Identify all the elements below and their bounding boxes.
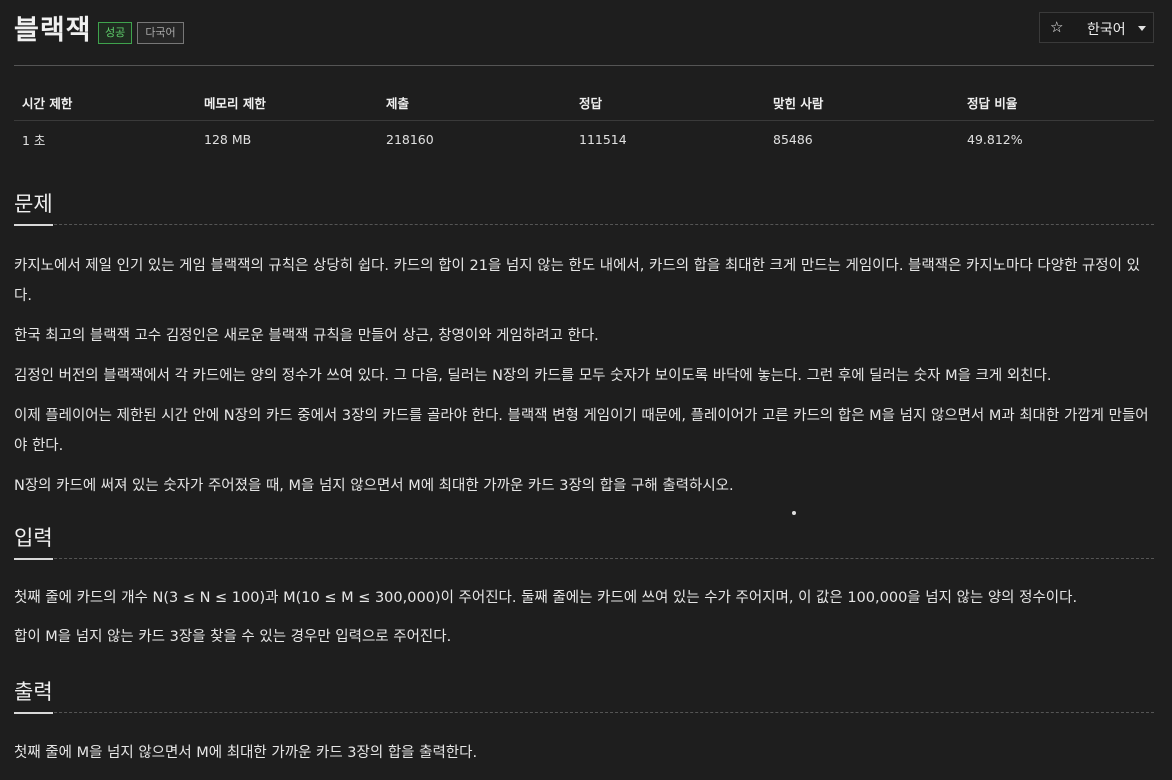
problem-paragraph: 김정인 버전의 블랙잭에서 각 카드에는 양의 정수가 쓰여 있다. 그 다음,…	[14, 368, 1052, 384]
table-cell: 49.812%	[967, 131, 1023, 147]
problem-page: 블랙잭 성공 다국어 ☆ 한국어 시간 제한 메모리 제한 제출 정답 맞힌 사…	[14, 0, 1154, 761]
table-header-cell: 제출	[378, 84, 571, 121]
table-cell[interactable]: 111514	[571, 121, 765, 158]
table-header-cell: 정답 비율	[959, 84, 1154, 121]
input-section: 입력 첫째 줄에 카드의 개수 N(3 ≤ N ≤ 100)과 M(10 ≤ M…	[14, 522, 1154, 652]
problem-info-table: 시간 제한 메모리 제한 제출 정답 맞힌 사람 정답 비율 1 초 128 M…	[14, 84, 1154, 157]
problem-section: 문제 카지노에서 제일 인기 있는 게임 블랙잭의 규칙은 상당히 쉽다. 카드…	[14, 188, 1154, 501]
input-paragraph: 첫째 줄에 카드의 개수 N(3 ≤ N ≤ 100)과 M(10 ≤ M ≤ …	[14, 590, 1078, 606]
output-body: 첫째 줄에 M을 넘지 않으면서 M에 최대한 가까운 카드 3장의 합을 출력…	[14, 713, 1154, 768]
table-cell: 128 MB	[204, 131, 252, 147]
table-cell[interactable]: 85486	[765, 121, 959, 158]
table-header-cell: 메모리 제한	[196, 84, 378, 121]
chevron-down-icon	[1138, 26, 1146, 31]
table-header-cell: 맞힌 사람	[765, 84, 959, 121]
page-title: 블랙잭	[14, 15, 92, 46]
section-header: 입력	[14, 522, 1154, 560]
language-label: 한국어	[1087, 22, 1126, 38]
language-dropdown-button[interactable]: ☆ 한국어	[1039, 12, 1154, 43]
title-row: 블랙잭 성공 다국어 ☆ 한국어	[14, 0, 1154, 64]
table-cell: 1 초	[22, 132, 46, 148]
table-header-cell: 정답	[571, 84, 765, 121]
input-paragraph: 합이 M을 넘지 않는 카드 3장을 찾을 수 있는 경우만 입력으로 주어진다…	[14, 629, 452, 645]
success-badge[interactable]: 성공	[98, 22, 133, 44]
problem-paragraph: 이제 플레이어는 제한된 시간 안에 N장의 카드 중에서 3장의 카드를 골라…	[14, 408, 1149, 454]
section-header: 출력	[14, 676, 1154, 714]
section-header: 문제	[14, 188, 1154, 226]
mouse-cursor-dot	[792, 511, 796, 515]
table-header-row: 시간 제한 메모리 제한 제출 정답 맞힌 사람 정답 비율	[14, 84, 1154, 121]
section-title: 입력	[14, 522, 53, 560]
problem-paragraph: N장의 카드에 써져 있는 숫자가 주어졌을 때, M을 넘지 않으면서 M에 …	[14, 478, 734, 494]
section-title: 문제	[14, 188, 53, 226]
table-cell[interactable]: 218160	[378, 121, 571, 158]
problem-body: 카지노에서 제일 인기 있는 게임 블랙잭의 규칙은 상당히 쉽다. 카드의 합…	[14, 225, 1154, 501]
star-icon[interactable]: ☆	[1050, 18, 1063, 36]
table-header-cell: 시간 제한	[14, 84, 196, 121]
section-title: 출력	[14, 676, 53, 714]
table-row: 1 초 128 MB 218160 111514 85486 49.812%	[14, 121, 1154, 158]
problem-paragraph: 카지노에서 제일 인기 있는 게임 블랙잭의 규칙은 상당히 쉽다. 카드의 합…	[14, 258, 1140, 304]
output-paragraph: 첫째 줄에 M을 넘지 않으면서 M에 최대한 가까운 카드 3장의 합을 출력…	[14, 745, 478, 761]
input-body: 첫째 줄에 카드의 개수 N(3 ≤ N ≤ 100)과 M(10 ≤ M ≤ …	[14, 559, 1154, 652]
output-section: 출력 첫째 줄에 M을 넘지 않으면서 M에 최대한 가까운 카드 3장의 합을…	[14, 676, 1154, 768]
problem-paragraph: 한국 최고의 블랙잭 고수 김정인은 새로운 블랙잭 규칙을 만들어 상근, 창…	[14, 328, 599, 344]
divider	[14, 65, 1154, 66]
multilang-badge[interactable]: 다국어	[137, 22, 184, 44]
